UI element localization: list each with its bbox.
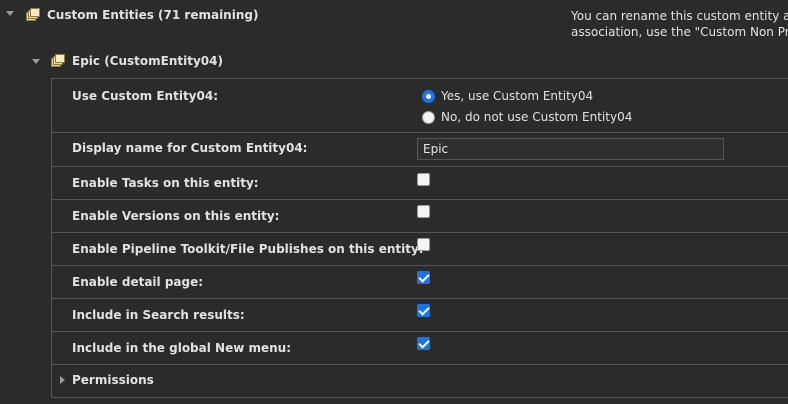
include-search-row: Include in Search results: [52, 299, 788, 332]
entity-title: Epic (CustomEntity04) [72, 54, 223, 68]
display-name-input[interactable] [417, 138, 724, 160]
include-search-label: Include in Search results: [72, 308, 245, 322]
enable-detail-page-checkbox[interactable] [417, 271, 430, 284]
enable-publishes-row: Enable Pipeline Toolkit/File Publishes o… [52, 233, 788, 266]
permissions-label[interactable]: Permissions [72, 373, 154, 387]
include-new-menu-checkbox[interactable] [417, 337, 430, 350]
enable-tasks-row: Enable Tasks on this entity: [52, 167, 788, 200]
enable-tasks-checkbox[interactable] [417, 173, 430, 186]
permissions-expand-icon[interactable] [60, 376, 65, 384]
help-text-line-1: You can rename this custom entity and [571, 9, 788, 23]
permissions-row[interactable]: Permissions [52, 365, 788, 398]
include-new-menu-row: Include in the global New menu: [52, 332, 788, 365]
use-entity-yes-radio[interactable] [422, 90, 435, 103]
enable-detail-page-row: Enable detail page: [52, 266, 788, 299]
section-collapse-icon[interactable] [6, 11, 14, 16]
enable-versions-row: Enable Versions on this entity: [52, 200, 788, 233]
help-text: You can rename this custom entity and as… [571, 8, 788, 40]
entity-settings-panel: Use Custom Entity04: Yes, use Custom Ent… [51, 78, 788, 398]
enable-tasks-label: Enable Tasks on this entity: [72, 176, 259, 190]
enable-publishes-label: Enable Pipeline Toolkit/File Publishes o… [72, 242, 424, 256]
include-new-menu-label: Include in the global New menu: [72, 341, 292, 355]
use-entity-no-label[interactable]: No, do not use Custom Entity04 [441, 110, 632, 124]
entity-icon [51, 54, 65, 68]
use-entity-no-radio[interactable] [422, 111, 435, 124]
enable-detail-page-label: Enable detail page: [72, 275, 204, 289]
use-entity-yes-label[interactable]: Yes, use Custom Entity04 [441, 89, 593, 103]
use-entity-row: Use Custom Entity04: Yes, use Custom Ent… [52, 79, 788, 133]
enable-versions-checkbox[interactable] [417, 205, 430, 218]
custom-entities-icon [26, 8, 40, 22]
include-search-checkbox[interactable] [417, 304, 430, 317]
entity-collapse-icon[interactable] [32, 59, 40, 64]
use-entity-label: Use Custom Entity04: [72, 89, 219, 103]
section-title: Custom Entities (71 remaining) [47, 8, 259, 22]
display-name-label: Display name for Custom Entity04: [72, 141, 308, 155]
enable-publishes-checkbox[interactable] [417, 238, 430, 251]
enable-versions-label: Enable Versions on this entity: [72, 209, 280, 223]
help-text-line-2: association, use the "Custom Non Project [571, 25, 788, 39]
